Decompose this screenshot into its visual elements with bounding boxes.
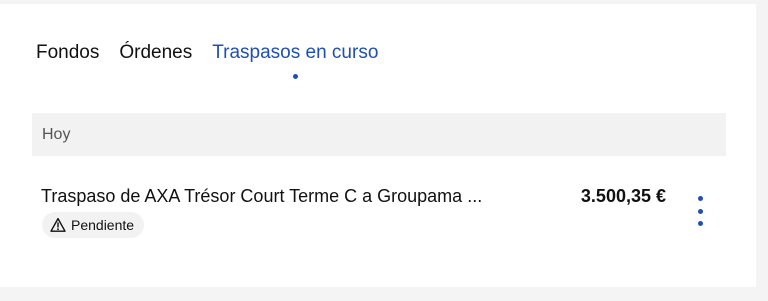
transfer-row[interactable]: Traspaso de AXA Trésor Court Terme C a G… (32, 156, 726, 256)
tab-bar: Fondos Órdenes Traspasos en curso (36, 42, 378, 82)
warning-icon (50, 217, 66, 232)
transfer-amount: 3.500,35 € (580, 186, 666, 206)
status-badge-label: Pendiente (71, 217, 135, 233)
tab-traspasos-en-curso-label: Traspasos en curso (212, 42, 379, 63)
active-tab-indicator (293, 74, 299, 79)
status-badge: Pendiente (42, 212, 145, 238)
tab-fondos[interactable]: Fondos (36, 42, 99, 64)
transfer-title: Traspaso de AXA Trésor Court Terme C a G… (41, 186, 483, 206)
tab-traspasos-en-curso[interactable]: Traspasos en curso (212, 42, 379, 79)
tab-ordenes[interactable]: Órdenes (119, 42, 192, 64)
section-header-today: Hoy (32, 113, 726, 156)
section-header-label: Hoy (42, 125, 71, 143)
transfers-card: Fondos Órdenes Traspasos en curso Hoy Tr… (0, 4, 756, 287)
more-vertical-icon[interactable] (693, 196, 707, 226)
